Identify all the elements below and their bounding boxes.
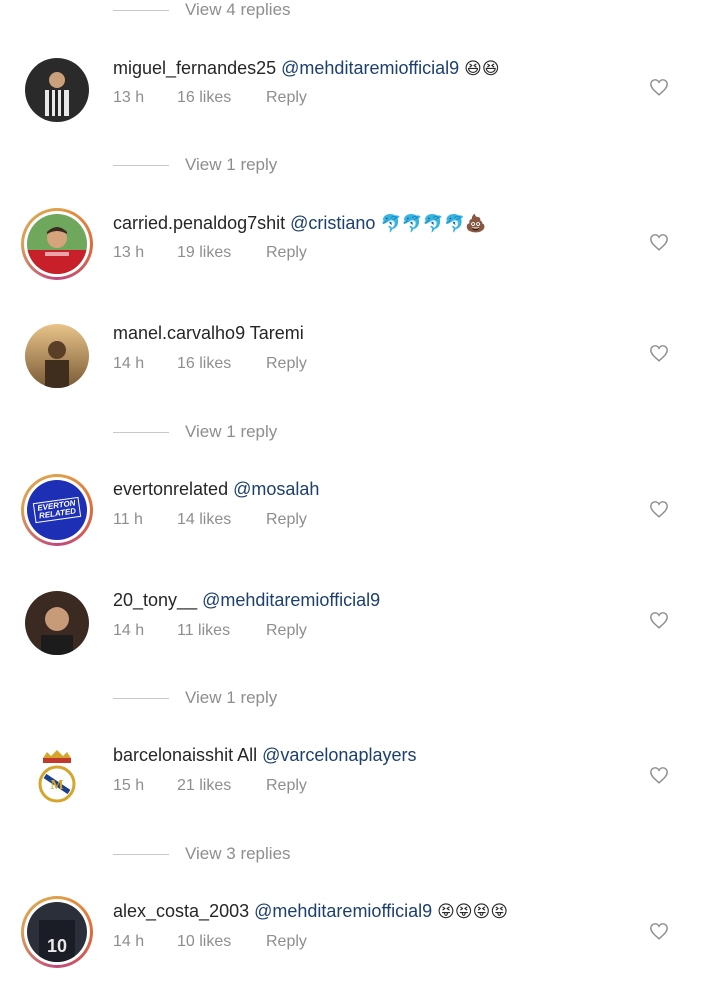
comment-time: 11 h [113, 511, 143, 528]
reply-button[interactable]: Reply [266, 244, 307, 262]
view-replies-button[interactable]: View 1 reply [113, 686, 277, 710]
heart-outline-icon[interactable] [649, 611, 669, 629]
comment-emoji: 😝😝😝😝 [437, 902, 509, 922]
comment-body: All [237, 745, 258, 765]
avatar[interactable]: 10 [21, 896, 93, 968]
reply-button[interactable]: Reply [266, 511, 307, 529]
comment-emoji: 🐬🐬🐬🐬💩 [380, 214, 487, 234]
comment-username[interactable]: manel.carvalho9 [113, 323, 245, 343]
heart-outline-icon[interactable] [649, 766, 669, 784]
comment-meta: 13 h 16 likes Reply [113, 89, 307, 107]
comment-likes[interactable]: 10 likes [177, 933, 266, 951]
comment-text: alex_costa_2003 @mehditaremiofficial9 😝😝… [113, 900, 508, 923]
avatar[interactable] [25, 591, 89, 655]
view-replies-button[interactable]: View 1 reply [113, 153, 277, 177]
comment-mention[interactable]: @cristiano [290, 213, 375, 233]
comment-text: 20_tony__ @mehditaremiofficial9 [113, 589, 380, 611]
comment-meta: 14 h 16 likes Reply [113, 355, 307, 373]
real-madrid-crest-icon: M [25, 746, 89, 810]
comment-likes[interactable]: 14 likes [177, 511, 266, 529]
reply-button[interactable]: Reply [266, 777, 307, 795]
reply-button[interactable]: Reply [266, 89, 307, 107]
avatar[interactable] [25, 324, 89, 388]
comment-username[interactable]: evertonrelated [113, 479, 228, 499]
comment-text: carried.penaldog7shit @cristiano 🐬🐬🐬🐬💩 [113, 212, 486, 235]
heart-outline-icon[interactable] [649, 78, 669, 96]
heart-outline-icon[interactable] [649, 922, 669, 940]
view-replies-label: View 1 reply [185, 422, 278, 441]
comment-time: 14 h [113, 622, 145, 639]
comment-time: 13 h [113, 244, 145, 261]
view-replies-button[interactable]: View 1 reply [113, 420, 277, 444]
comment-emoji: 😆😆 [464, 59, 500, 79]
comment-username[interactable]: barcelonaisshit [113, 745, 233, 765]
comment-meta: 14 h 10 likes Reply [113, 933, 307, 951]
comment-meta: 11 h 14 likes Reply [113, 511, 307, 529]
svg-text:10: 10 [47, 936, 67, 956]
reply-button[interactable]: Reply [266, 622, 307, 640]
reply-button[interactable]: Reply [266, 933, 307, 951]
comment-mention[interactable]: @mehditaremiofficial9 [254, 901, 432, 921]
comment-mention[interactable]: @mehditaremiofficial9 [202, 590, 380, 610]
comment-mention[interactable]: @mehditaremiofficial9 [281, 58, 459, 78]
comment-likes[interactable]: 21 likes [177, 777, 266, 795]
view-replies-button[interactable]: View 3 replies [113, 842, 291, 866]
comment-likes[interactable]: 11 likes [177, 622, 266, 640]
view-replies-label: View 4 replies [185, 0, 291, 19]
comment-likes[interactable]: 16 likes [177, 89, 266, 107]
heart-outline-icon[interactable] [649, 233, 669, 251]
everton-related-logo: EVERTON RELATED [32, 496, 82, 524]
comment-likes[interactable]: 16 likes [177, 355, 266, 373]
divider-line [113, 431, 169, 433]
view-replies-button[interactable]: View 4 replies [113, 0, 291, 22]
comment-meta: 15 h 21 likes Reply [113, 777, 307, 795]
comment-text: evertonrelated @mosalah [113, 478, 319, 500]
avatar[interactable]: M [25, 746, 89, 810]
divider-line [113, 164, 169, 166]
comment-time: 14 h [113, 933, 145, 950]
view-replies-label: View 1 reply [185, 688, 278, 707]
divider-line [113, 697, 169, 699]
comment-mention[interactable]: @mosalah [233, 479, 319, 499]
comment-meta: 14 h 11 likes Reply [113, 622, 307, 640]
view-replies-label: View 3 replies [185, 844, 291, 863]
comment-likes[interactable]: 19 likes [177, 244, 266, 262]
divider-line [113, 9, 169, 11]
reply-button[interactable]: Reply [266, 355, 307, 373]
heart-outline-icon[interactable] [649, 344, 669, 362]
svg-text:M: M [50, 778, 63, 793]
avatar[interactable] [25, 58, 89, 122]
divider-line [113, 853, 169, 855]
comment-time: 14 h [113, 355, 145, 372]
comment-text: miguel_fernandes25 @mehditaremiofficial9… [113, 57, 500, 80]
comment-username[interactable]: 20_tony__ [113, 590, 197, 610]
comment-meta: 13 h 19 likes Reply [113, 244, 307, 262]
avatar[interactable] [21, 208, 93, 280]
comment-text: barcelonaisshit All @varcelonaplayers [113, 744, 416, 766]
comment-time: 15 h [113, 777, 145, 794]
comment-text: manel.carvalho9 Taremi [113, 322, 304, 344]
comment-username[interactable]: miguel_fernandes25 [113, 58, 276, 78]
avatar[interactable]: EVERTON RELATED [21, 474, 93, 546]
comment-body: Taremi [249, 323, 304, 343]
comment-username[interactable]: carried.penaldog7shit [113, 213, 285, 233]
view-replies-label: View 1 reply [185, 155, 278, 174]
comment-username[interactable]: alex_costa_2003 [113, 901, 249, 921]
comment-time: 13 h [113, 89, 145, 106]
heart-outline-icon[interactable] [649, 500, 669, 518]
comment-mention[interactable]: @varcelonaplayers [262, 745, 416, 765]
